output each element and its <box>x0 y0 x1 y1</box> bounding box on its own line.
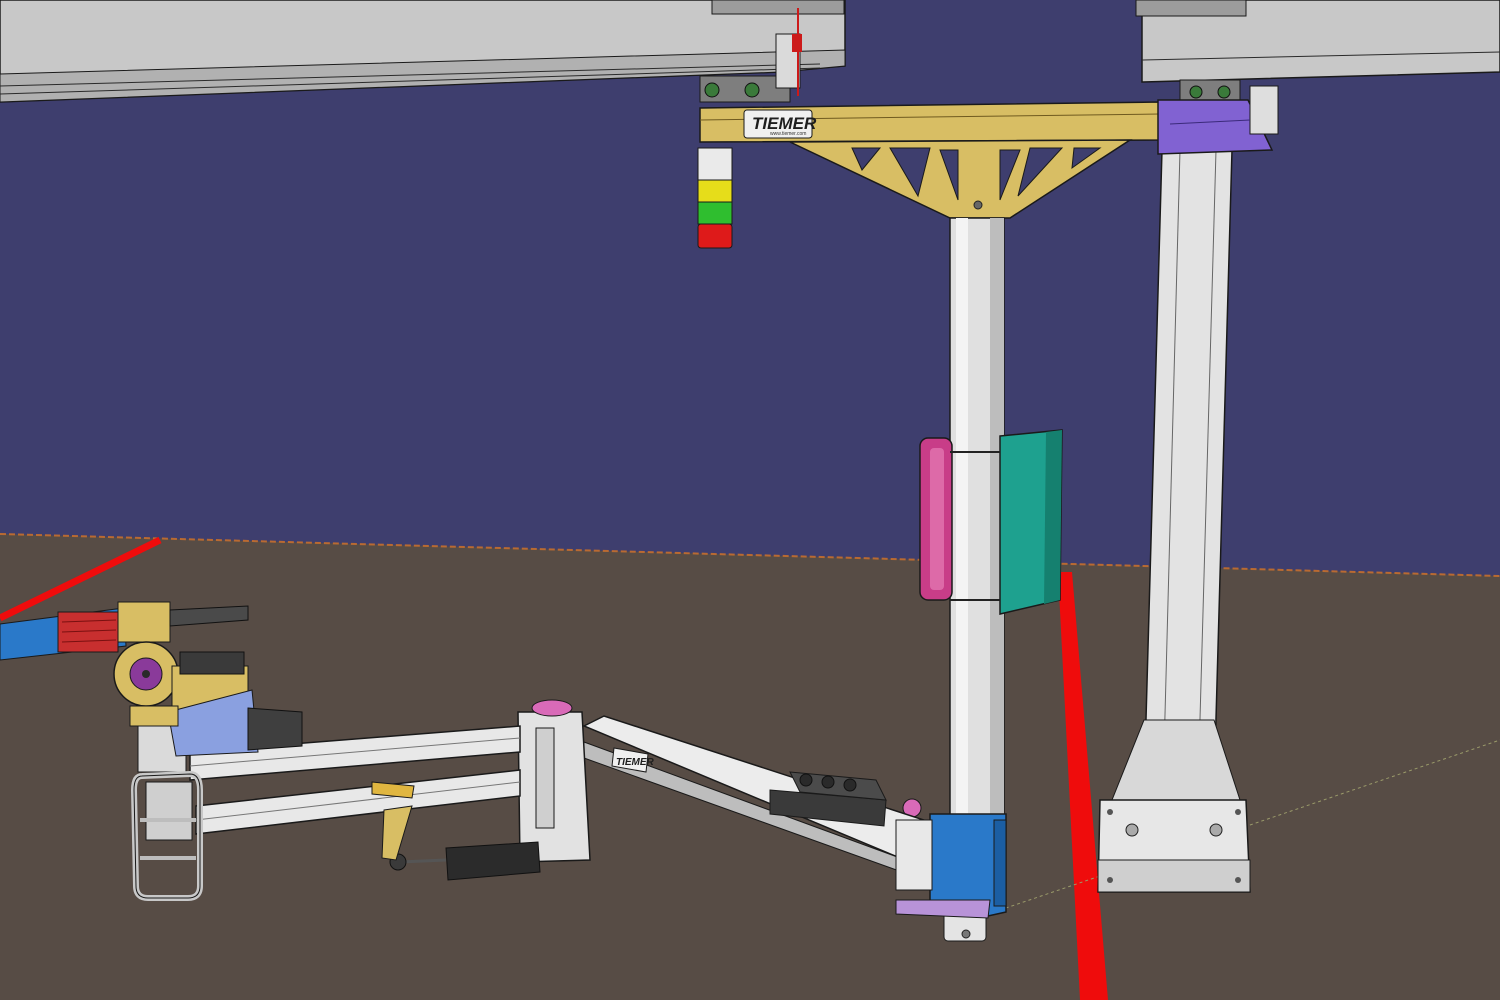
pink-control-panel <box>919 437 953 601</box>
signal-yellow <box>697 179 733 203</box>
arm-plate-text: TIEMER <box>616 757 655 768</box>
signal-tower-light <box>697 147 733 249</box>
signal-green <box>697 201 733 225</box>
elbow-joint <box>517 699 591 863</box>
signal-red <box>697 223 733 249</box>
brand-plate: TIEMER www.tiemer.com <box>743 109 817 139</box>
cad-viewport: TIEMER www.tiemer.com TIEMER <box>0 0 1500 1000</box>
brand-plate-subtext: www.tiemer.com <box>770 131 806 137</box>
